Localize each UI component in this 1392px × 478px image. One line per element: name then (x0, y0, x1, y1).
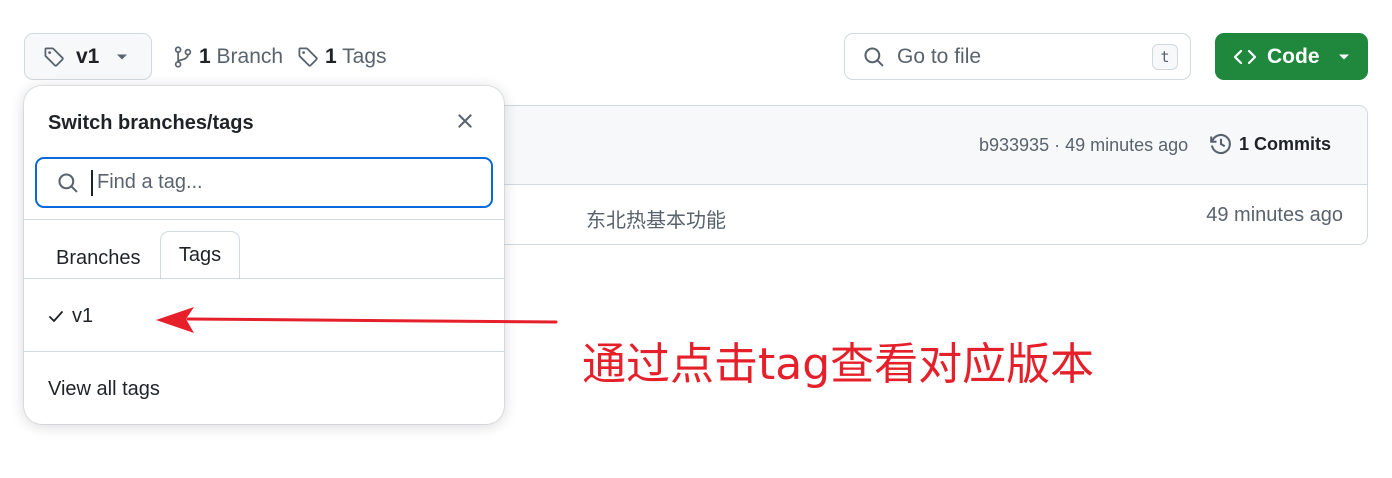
commits-link[interactable]: 1 Commits (1209, 132, 1331, 156)
code-icon (1233, 48, 1257, 66)
go-to-file-input[interactable]: Go to file t (844, 33, 1191, 80)
search-icon (57, 172, 79, 194)
file-listing-panel: b933935 · 49 minutes ago 1 Commits 东北热基本… (440, 105, 1368, 245)
latest-commit-header: b933935 · 49 minutes ago 1 Commits (441, 106, 1367, 185)
find-tag-field[interactable] (35, 157, 493, 208)
text-cursor (91, 169, 93, 196)
find-tag-input[interactable] (95, 170, 491, 195)
tag-item-label: v1 (72, 305, 94, 327)
tags-link[interactable]: 1 Tags (297, 45, 387, 69)
commits-label: Commits (1254, 133, 1332, 154)
code-label: Code (1267, 44, 1320, 68)
latest-commit-info[interactable]: b933935 · 49 minutes ago (979, 135, 1188, 156)
divider (24, 278, 504, 279)
tag-icon (297, 46, 319, 68)
annotation-text: 通过点击tag查看对应版本 (582, 339, 1095, 390)
tab-tags[interactable]: Tags (160, 231, 240, 279)
search-icon (863, 46, 885, 68)
chevron-down-icon (1338, 53, 1350, 61)
view-all-tags-link[interactable]: View all tags (48, 378, 160, 401)
arrow-annotation (156, 307, 558, 333)
code-button[interactable]: Code (1215, 33, 1368, 80)
current-ref-label: v1 (76, 44, 100, 68)
list-item[interactable]: v1 (48, 305, 93, 328)
tag-icon (43, 46, 65, 68)
divider (24, 219, 504, 220)
tag-label: Tags (342, 45, 387, 68)
ref-selector-button[interactable]: v1 (24, 33, 152, 80)
tag-count: 1 (325, 45, 337, 68)
dropdown-title: Switch branches/tags (48, 112, 254, 134)
shortcut-key: t (1152, 43, 1178, 70)
go-to-file-placeholder: Go to file (897, 44, 982, 68)
file-commit-message[interactable]: 东北热基本功能 (586, 204, 726, 233)
tab-branches[interactable]: Branches (56, 247, 141, 270)
branch-count: 1 (199, 45, 211, 68)
close-icon[interactable] (456, 112, 474, 130)
ref-switcher-dropdown: Switch branches/tags Branches Tags v1 Vi… (24, 86, 504, 424)
history-icon (1209, 132, 1233, 156)
branch-label: Branch (216, 45, 284, 68)
divider (24, 351, 504, 352)
file-commit-time: 49 minutes ago (1206, 204, 1343, 226)
branches-link[interactable]: 1 Branch (173, 45, 283, 69)
chevron-down-icon (116, 53, 128, 61)
check-icon (48, 310, 64, 324)
git-branch-icon (173, 46, 193, 68)
commits-count: 1 (1239, 133, 1250, 154)
